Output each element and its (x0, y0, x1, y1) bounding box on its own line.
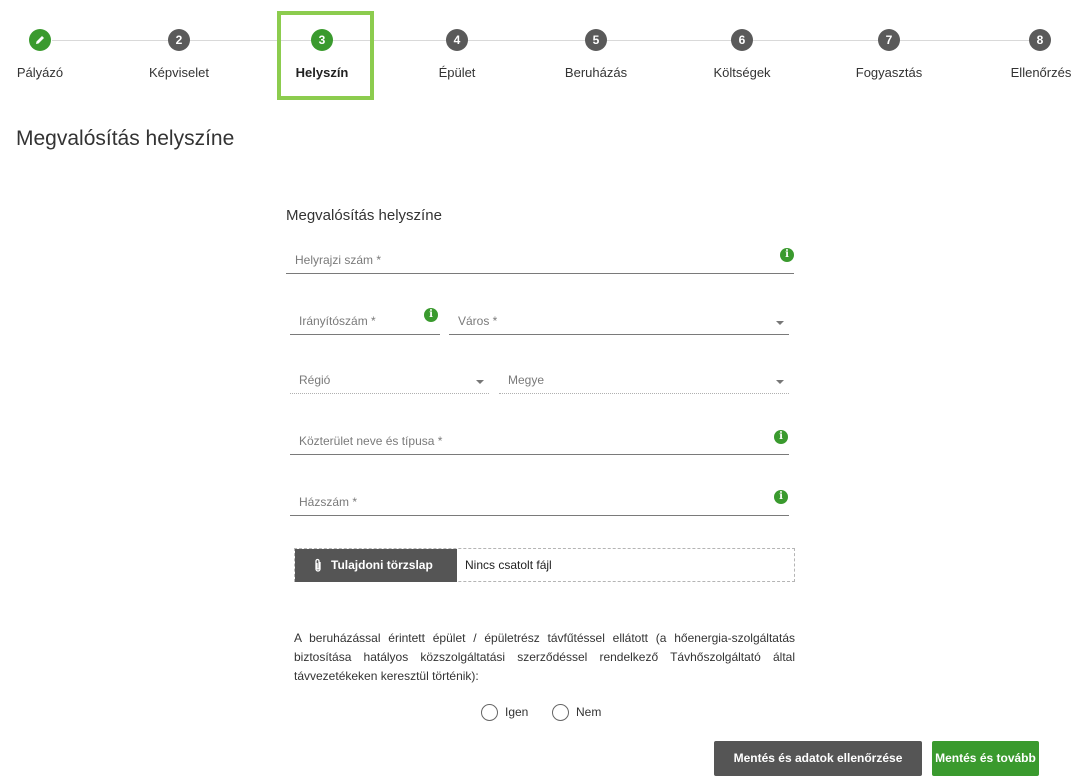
hazszam-field[interactable]: Házszám * (290, 490, 789, 516)
varos-select[interactable]: Város * (449, 309, 789, 335)
upload-tulajdoni-torzslap-button[interactable]: Tulajdoni törzslap (295, 549, 457, 582)
step-number: 7 (878, 29, 900, 51)
info-icon[interactable]: i (424, 308, 438, 322)
step-label: Helyszín (295, 65, 349, 80)
megye-select: Megye (499, 368, 789, 394)
save-and-next-button[interactable]: Mentés és tovább (932, 741, 1039, 776)
form-section-title: Megvalósítás helyszíne (286, 207, 442, 224)
step-label: Pályázó (16, 65, 64, 80)
step-number: 4 (446, 29, 468, 51)
step-fogyasztas[interactable]: 7 Fogyasztás (829, 29, 949, 80)
hazszam-placeholder: Házszám * (299, 495, 358, 509)
progress-stepper: Pályázó 2 Képviselet 3 Helyszín 4 Épület… (0, 0, 1071, 100)
radio-circle[interactable] (552, 704, 569, 721)
upload-button-label: Tulajdoni törzslap (331, 558, 433, 572)
megye-placeholder: Megye (508, 373, 545, 387)
iranyitoszam-placeholder: Irányítószám * (299, 314, 376, 328)
step-label: Fogyasztás (855, 65, 923, 80)
step-number: 8 (1029, 29, 1051, 51)
step-number: 5 (585, 29, 607, 51)
varos-placeholder: Város * (458, 314, 498, 328)
step-koltsegek[interactable]: 6 Költségek (682, 29, 802, 80)
step-ellenorzes[interactable]: 8 Ellenőrzés (980, 29, 1071, 80)
pencil-icon (36, 36, 44, 44)
step-number: 2 (168, 29, 190, 51)
step-completed-circle (29, 29, 51, 51)
regio-placeholder: Régió (299, 373, 331, 387)
save-and-check-button[interactable]: Mentés és adatok ellenőrzése (714, 741, 922, 776)
chevron-down-icon (476, 380, 484, 384)
helyrajzi-szam-field[interactable]: Helyrajzi szám * (286, 248, 794, 274)
step-number: 3 (311, 29, 333, 51)
step-label: Költségek (713, 65, 771, 80)
step-label: Ellenőrzés (1010, 65, 1071, 80)
step-palyazo[interactable]: Pályázó (0, 29, 100, 80)
step-label: Beruházás (564, 65, 628, 80)
regio-select: Régió (290, 368, 489, 394)
info-icon[interactable]: i (774, 490, 788, 504)
paperclip-icon (315, 558, 321, 572)
page-title: Megvalósítás helyszíne (16, 127, 235, 150)
step-number: 6 (731, 29, 753, 51)
file-status-text: Nincs csatolt fájl (465, 558, 552, 572)
chevron-down-icon (776, 321, 784, 325)
kozterulet-field[interactable]: Közterület neve és típusa * (290, 429, 789, 455)
info-icon[interactable]: i (774, 430, 788, 444)
step-beruhazas[interactable]: 5 Beruházás (536, 29, 656, 80)
helyrajzi-szam-placeholder: Helyrajzi szám * (295, 253, 382, 267)
radio-circle[interactable] (481, 704, 498, 721)
step-label: Képviselet (149, 65, 209, 80)
file-upload-row: Tulajdoni törzslap Nincs csatolt fájl (294, 548, 795, 582)
radio-label: Igen (505, 705, 529, 719)
step-label: Épület (438, 65, 476, 80)
radio-label: Nem (576, 705, 602, 719)
chevron-down-icon (776, 380, 784, 384)
district-heating-question: A beruházással érintett épület / épületr… (294, 631, 795, 683)
kozterulet-placeholder: Közterület neve és típusa * (299, 434, 443, 448)
info-icon[interactable]: i (780, 248, 794, 262)
step-kepviselet[interactable]: 2 Képviselet (119, 29, 239, 80)
step-epulet[interactable]: 4 Épület (397, 29, 517, 80)
step-helyszin[interactable]: 3 Helyszín (262, 29, 382, 80)
iranyitoszam-field[interactable]: Irányítószám * (290, 309, 440, 335)
